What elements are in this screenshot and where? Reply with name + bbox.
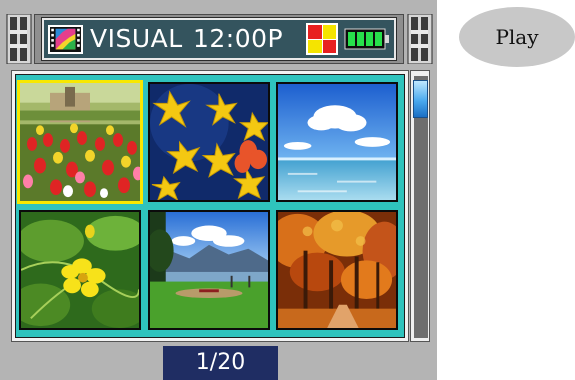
clock-time: 12:00P <box>193 24 284 53</box>
play-button[interactable]: Play <box>459 7 575 67</box>
app-title: VISUAL <box>90 24 183 53</box>
media-player-screen: VISUAL 12:00P 1/20 <box>0 0 437 380</box>
thumbnail-tulip-garden[interactable] <box>17 80 143 204</box>
thumbnail-lakeside-park[interactable] <box>148 210 270 330</box>
mosaic-icon[interactable] <box>306 23 338 55</box>
thumbnail-sea-and-sky[interactable] <box>276 82 398 202</box>
film-image-icon <box>48 25 83 54</box>
battery-full-icon <box>344 28 390 50</box>
thumbnail-yellow-flower-leaves[interactable] <box>19 210 141 330</box>
thumbnail-yellow-flowers[interactable] <box>148 82 270 202</box>
left-grip-icon <box>6 13 32 65</box>
thumbnail-autumn-trees[interactable] <box>276 210 398 330</box>
right-grip-icon <box>407 13 433 65</box>
page-indicator: 1/20 <box>163 346 278 380</box>
scrollbar-thumb[interactable] <box>413 80 428 118</box>
